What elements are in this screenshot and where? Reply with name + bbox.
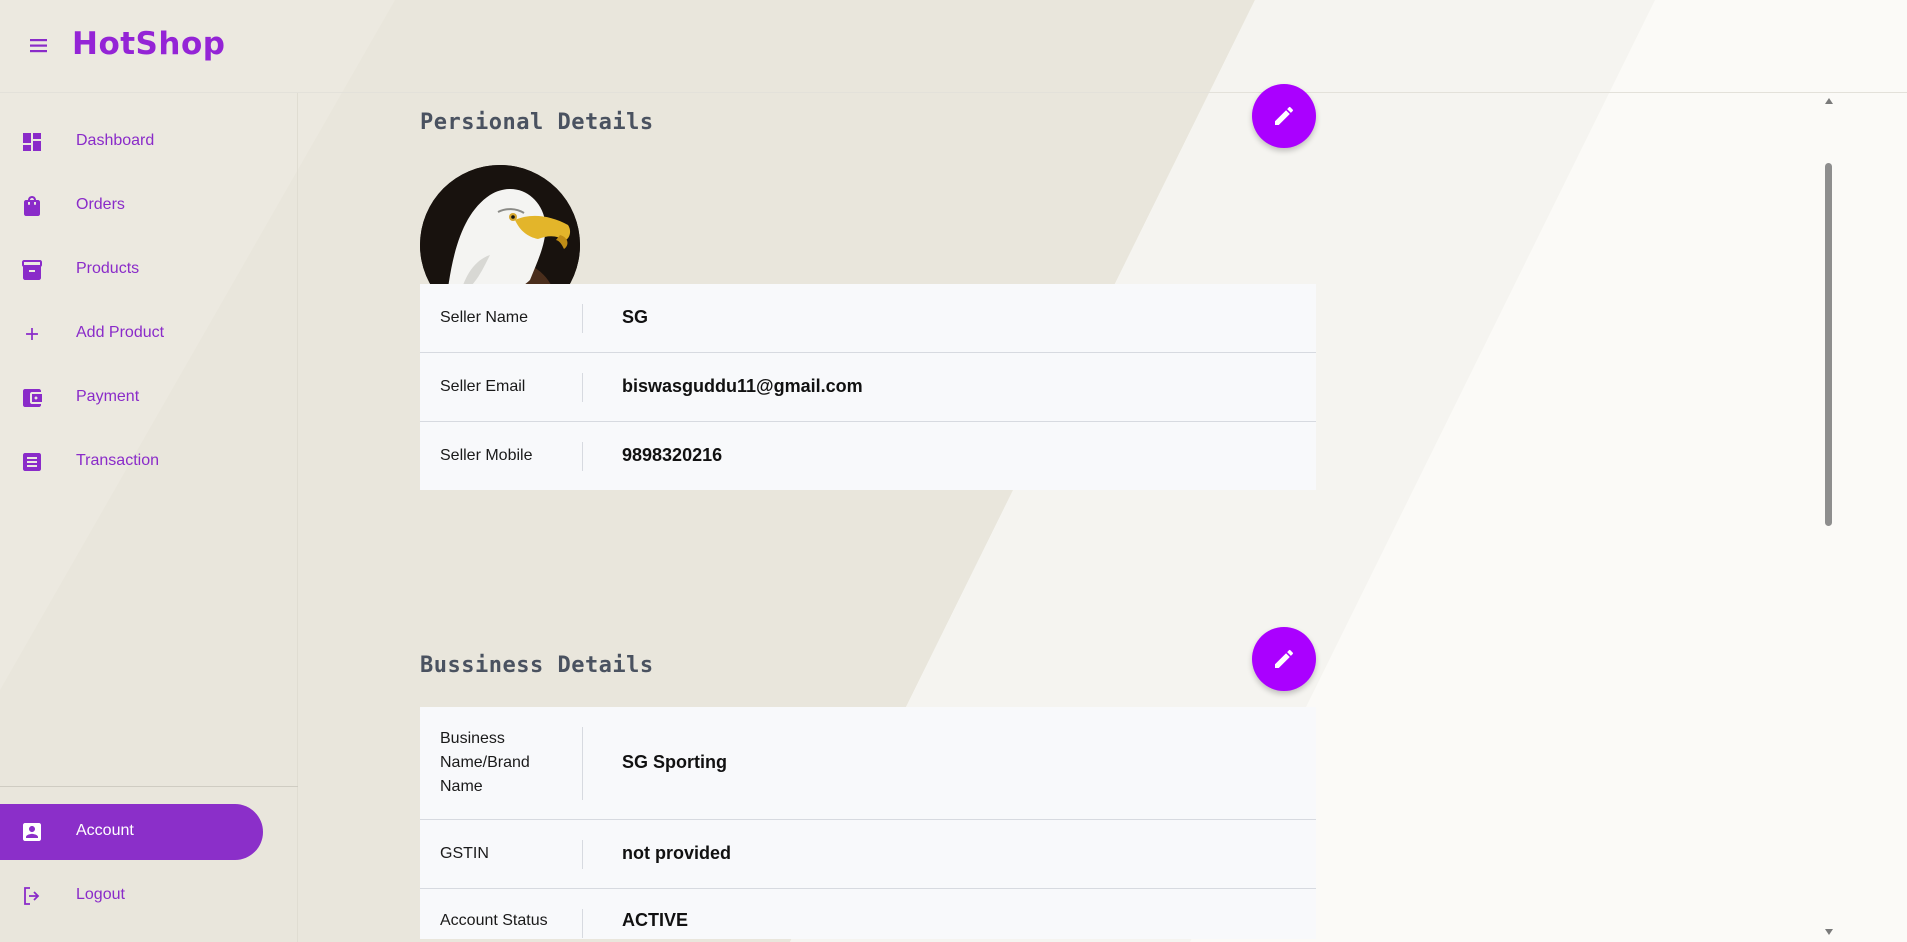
row-value: ACTIVE [622,910,689,930]
column-divider [582,909,583,938]
row-label: GSTIN [440,845,489,862]
column-divider [582,840,583,869]
sidebar-item-payment[interactable]: Payment [0,373,298,423]
table-row: Account Status ACTIVE [420,889,1316,939]
column-divider [582,373,583,402]
personal-details-title: Persional Details [420,110,654,135]
main-content: Persional Details Seller Name SG Seller … [298,84,1907,942]
sidebar-item-label: Products [76,260,140,277]
logout-icon [24,887,40,905]
business-details-title: Bussiness Details [420,653,654,678]
row-label: Seller Name [440,309,529,326]
scroll-up-arrow-icon[interactable] [1824,97,1834,105]
row-label: Seller Mobile [440,447,533,464]
menu-button[interactable] [27,36,51,56]
sidebar-item-dashboard[interactable]: Dashboard [0,117,298,167]
table-row: GSTIN not provided [420,820,1316,889]
scroll-down-arrow-icon[interactable] [1824,928,1834,936]
row-label: Account Status [440,912,548,929]
top-app-bar: HotShop [0,0,1907,93]
shopping-bag-icon [24,196,40,216]
sidebar-item-label: Payment [76,388,140,405]
sidebar-item-products[interactable]: Products [0,245,298,295]
column-divider [582,442,583,471]
sidebar-item-label: Orders [76,196,125,213]
brand-logo[interactable]: HotShop [72,26,225,62]
edit-personal-button[interactable] [1252,84,1316,148]
sidebar-item-orders[interactable]: Orders [0,181,298,231]
sidebar-item-label: Dashboard [76,132,155,149]
pencil-icon [1275,106,1294,125]
business-details-table: Business Name/Brand Name SG Sporting GST… [420,707,1316,939]
vertical-scrollbar[interactable] [1822,93,1836,942]
hamburger-menu-icon [30,39,47,53]
sidebar-item-label: Logout [76,886,125,903]
table-row: Business Name/Brand Name SG Sporting [420,707,1316,820]
row-value: 9898320216 [622,445,723,465]
column-divider [582,727,583,800]
row-value: biswasguddu11@gmail.com [622,376,863,396]
inventory-icon [22,260,42,280]
sidebar-item-account[interactable]: Account [0,804,263,860]
personal-details-table: Seller Name SG Seller Email biswasguddu1… [420,284,1316,490]
row-value: SG Sporting [622,752,727,772]
sidebar-item-label: Transaction [76,452,159,469]
wallet-icon [23,389,42,407]
dashboard-icon [23,133,41,151]
edit-business-button[interactable] [1252,627,1316,691]
sidebar-divider [0,786,298,787]
sidebar-item-logout[interactable]: Logout [0,871,298,921]
sidebar-item-label: Add Product [76,324,165,341]
column-divider [582,304,583,333]
table-row: Seller Email biswasguddu11@gmail.com [420,353,1316,422]
table-row: Seller Mobile 9898320216 [420,422,1316,490]
sidebar: Dashboard Orders Products Add Product Pa… [0,93,298,942]
row-label: Seller Email [440,378,526,395]
sidebar-item-label: Account [76,822,134,839]
receipt-icon [23,453,41,471]
sidebar-item-transaction[interactable]: Transaction [0,437,298,487]
table-row: Seller Name SG [420,284,1316,353]
row-label: Business Name/Brand Name [440,730,530,795]
pencil-icon [1275,649,1294,668]
row-value: not provided [622,843,731,863]
scrollbar-thumb[interactable] [1825,163,1832,526]
sidebar-item-add-product[interactable]: Add Product [0,309,298,359]
row-value: SG [622,307,649,327]
plus-icon [26,328,38,340]
account-box-icon [23,823,41,841]
